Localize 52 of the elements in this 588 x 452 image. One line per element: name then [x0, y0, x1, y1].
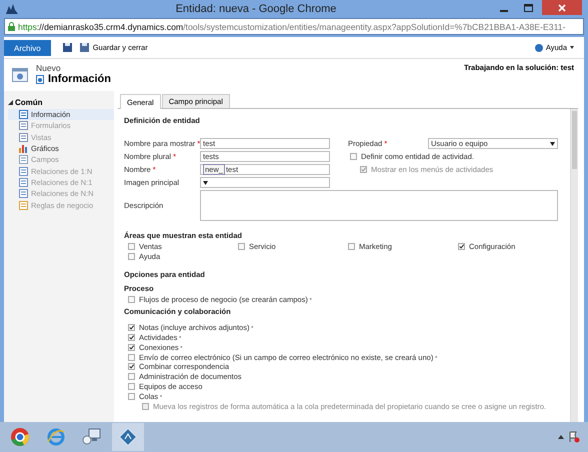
checkbox[interactable] — [128, 354, 135, 361]
list-icon — [19, 200, 28, 210]
checkbox[interactable] — [128, 296, 135, 304]
computer-icon — [82, 427, 102, 447]
checkbox[interactable] — [128, 392, 135, 400]
help-icon — [534, 44, 543, 52]
list-icon — [19, 178, 28, 187]
checkbox[interactable] — [128, 252, 135, 260]
list-icon — [19, 110, 28, 120]
checkbox[interactable] — [128, 344, 135, 351]
caret-up-icon[interactable] — [558, 435, 564, 439]
checkbox[interactable] — [128, 363, 135, 370]
list-icon — [19, 132, 28, 142]
browser-e-icon — [46, 427, 66, 447]
checkbox[interactable] — [458, 242, 465, 250]
page-title: Información — [48, 73, 111, 85]
dropdown-arrow-icon — [550, 142, 555, 146]
list-icon — [19, 155, 28, 164]
list-icon — [19, 189, 28, 198]
settings-window-icon — [12, 68, 28, 82]
close-button[interactable] — [542, 0, 582, 15]
checkbox[interactable] — [348, 242, 355, 250]
flag-icon[interactable] — [568, 431, 580, 443]
close-icon — [558, 4, 566, 12]
window-title: Entidad: nueva - Google Chrome — [174, 3, 338, 15]
dropdown-arrow-icon — [203, 180, 208, 184]
dropdown-field[interactable] — [200, 177, 330, 188]
info-page-icon — [36, 74, 44, 84]
minimize-icon — [500, 10, 508, 12]
checkbox[interactable] — [350, 152, 357, 160]
scrollbar[interactable] — [570, 109, 578, 422]
maximize-icon — [524, 4, 532, 12]
list-icon — [19, 121, 28, 130]
checkbox[interactable] — [128, 373, 135, 380]
checkbox[interactable] — [128, 324, 135, 332]
checkbox[interactable] — [128, 382, 135, 390]
sidebar-group[interactable]: Común — [8, 98, 114, 107]
text-area[interactable] — [200, 190, 558, 221]
list-icon — [19, 166, 28, 176]
browser-icon — [10, 427, 30, 447]
address-bar[interactable]: https://demianrasko35.crm4.dynamics.com/tools/systemcustomization/entities/manageentity.aspx?appSolutionId=%7bCB21BBA1-A38E-E311- — [4, 18, 584, 35]
lock-icon — [8, 22, 15, 31]
caret-icon — [8, 100, 13, 105]
checkbox[interactable] — [128, 334, 135, 341]
checkbox[interactable] — [128, 242, 135, 250]
taskbar-button[interactable] — [112, 423, 144, 451]
caret-icon — [570, 46, 574, 49]
checkbox[interactable] — [238, 242, 245, 250]
file-tab[interactable]: Archivo — [4, 40, 51, 56]
bar-chart-icon — [19, 144, 28, 154]
app-logo-icon — [6, 4, 18, 14]
record-state: Nuevo — [36, 63, 62, 73]
